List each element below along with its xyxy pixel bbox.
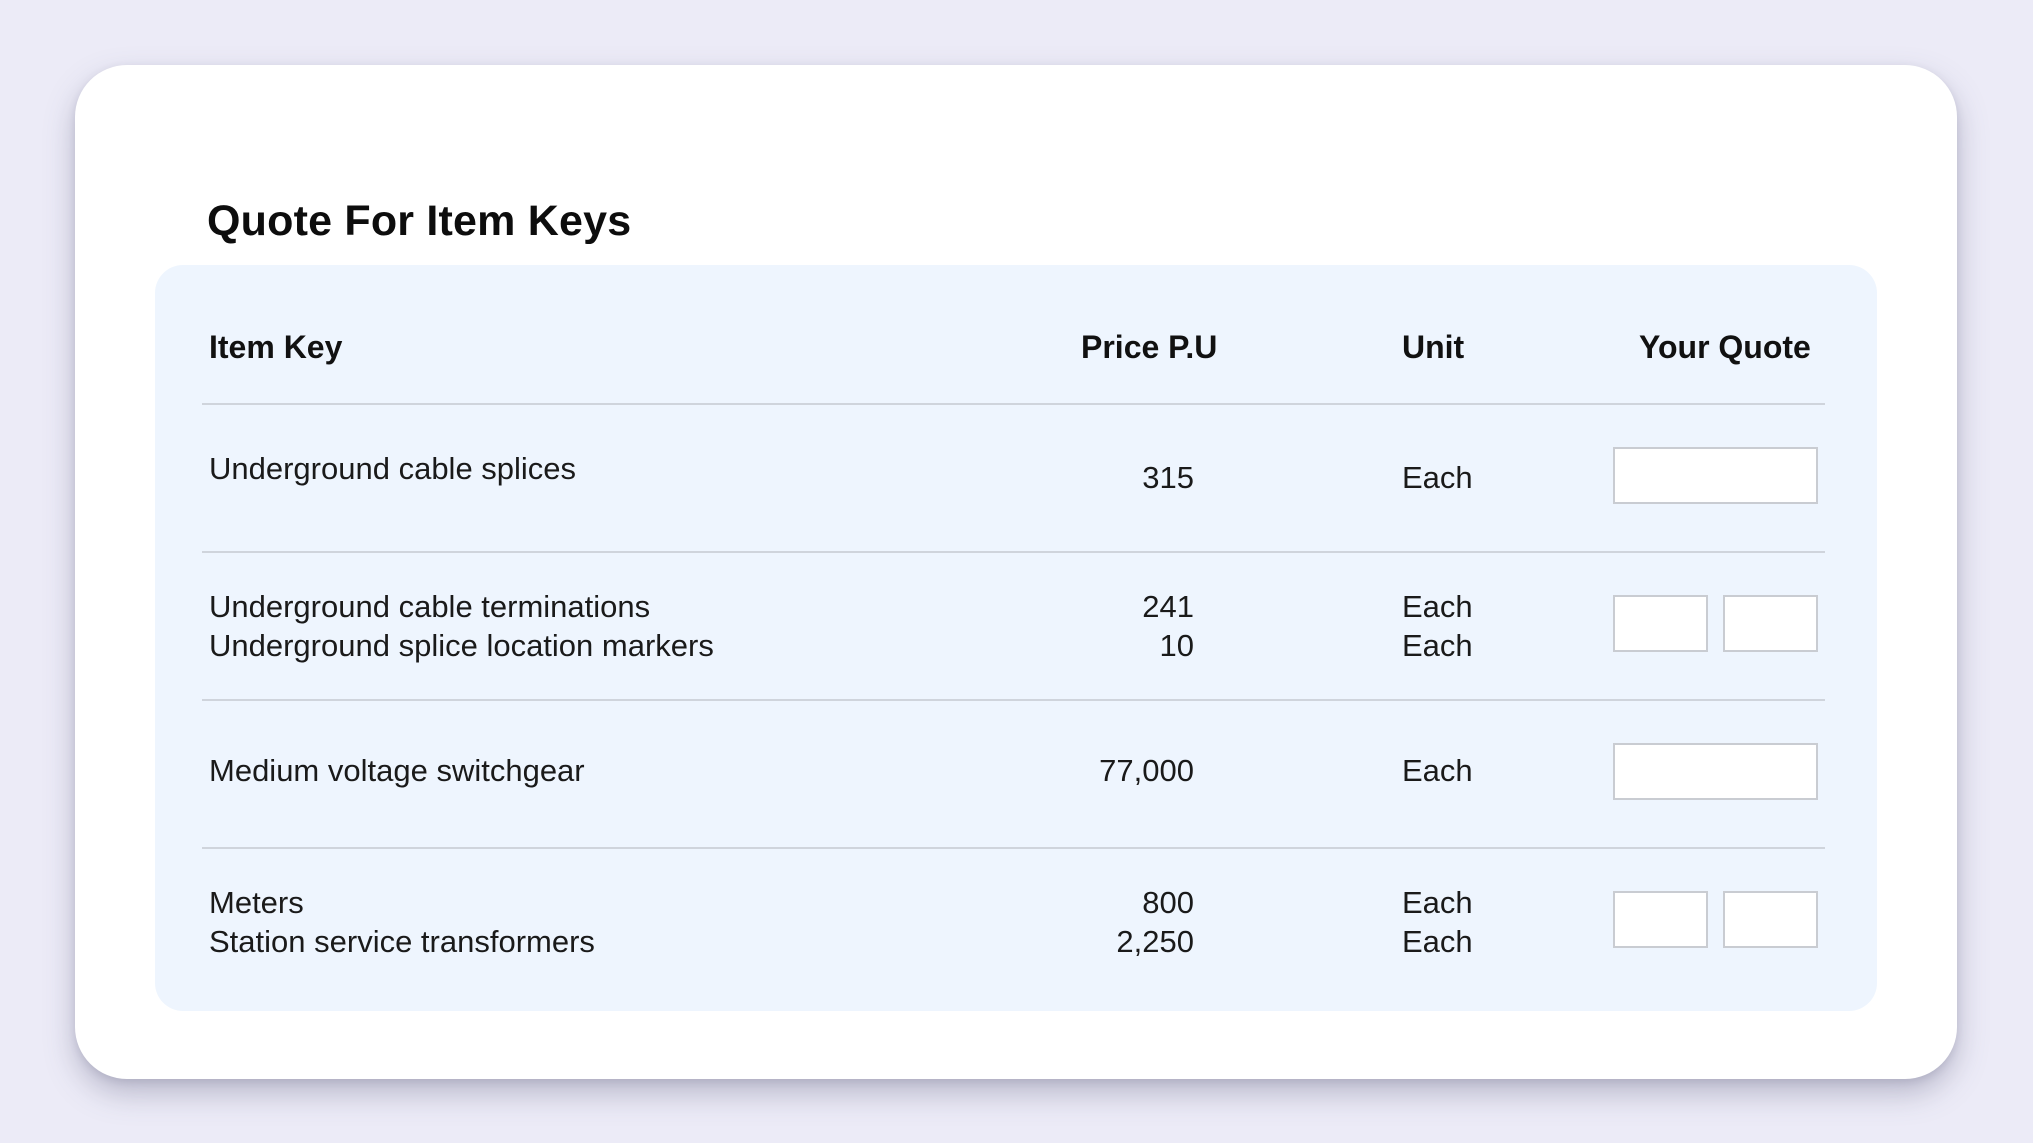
unit-cell: Each Each [1402,587,1473,665]
price-value: 2,250 [1116,924,1194,959]
item-key: Meters [209,885,304,920]
price-cell: 241 10 [1142,587,1194,665]
header-item-key: Item Key [209,329,343,365]
price-cell: 800 2,250 [1116,883,1194,961]
price-value: 800 [1142,885,1194,920]
table-row: Medium voltage switchgear 77,000 Each [155,701,1877,847]
price-cell: 77,000 [1099,751,1194,790]
item-key: Station service transformers [209,924,595,959]
header-your-quote: Your Quote [1639,329,1811,365]
table-row: Underground cable splices 315 Each [155,405,1877,551]
table-header: Item Key Price P.U Unit Your Quote [155,265,1877,403]
price-value: 10 [1159,628,1194,663]
quote-input[interactable] [1613,447,1818,504]
table-row: Underground cable terminations Undergrou… [155,553,1877,699]
item-key: Underground cable splices [209,451,577,486]
unit-cell: Each Each [1402,883,1473,961]
quote-input[interactable] [1613,891,1708,948]
price-value: 241 [1142,589,1194,624]
price-cell: 315 [1142,458,1194,497]
item-key: Underground splice location markers [209,628,714,663]
unit-value: Each [1402,589,1473,624]
unit-value: Each [1402,628,1473,663]
unit-value: Each [1402,885,1473,920]
unit-value: Each [1402,460,1473,495]
quote-input[interactable] [1613,595,1708,652]
unit-cell: Each [1402,751,1473,790]
page-title: Quote For Item Keys [207,197,632,245]
quote-input[interactable] [1723,891,1818,948]
unit-value: Each [1402,753,1473,788]
item-key-cell: Medium voltage switchgear [209,751,585,790]
unit-cell: Each [1402,458,1473,497]
header-price: Price P.U [1081,329,1218,365]
quote-input[interactable] [1723,595,1818,652]
price-value: 77,000 [1099,753,1194,788]
item-key: Medium voltage switchgear [209,753,585,788]
quote-input[interactable] [1613,743,1818,800]
unit-value: Each [1402,924,1473,959]
header-unit: Unit [1402,329,1465,365]
item-key: Underground cable terminations [209,589,651,624]
price-value: 315 [1142,460,1194,495]
item-key-cell: Meters Station service transformers [209,883,595,961]
item-key-cell: Underground cable splices [209,449,576,488]
item-key-cell: Underground cable terminations Undergrou… [209,587,714,665]
quote-card: Quote For Item Keys Item Key Price P.U U… [75,65,1957,1079]
table-row: Meters Station service transformers 800 … [155,849,1877,995]
quote-table: Item Key Price P.U Unit Your Quote Under… [155,265,1877,1011]
